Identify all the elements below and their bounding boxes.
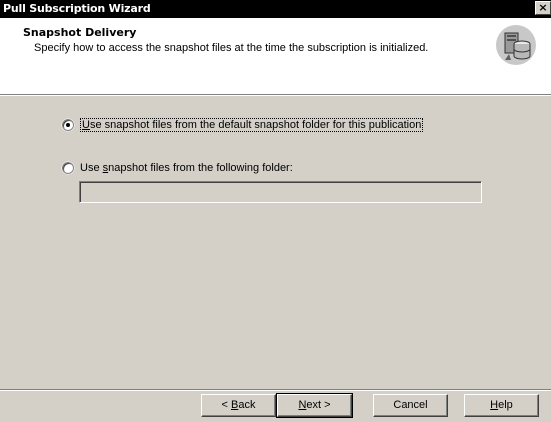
help-button[interactable]: Help — [464, 394, 539, 417]
header-divider — [0, 94, 551, 96]
wizard-header: Snapshot Delivery Specify how to access … — [0, 18, 551, 94]
option-custom-folder[interactable]: Use snapshot files from the following fo… — [62, 162, 293, 174]
page-title: Snapshot Delivery — [23, 26, 137, 39]
cancel-button[interactable]: Cancel — [373, 394, 448, 417]
page-subtitle: Specify how to access the snapshot files… — [34, 42, 429, 54]
database-server-icon — [496, 25, 536, 65]
back-button[interactable]: < Back — [201, 394, 276, 417]
wizard-window: Pull Subscription Wizard × Snapshot Deli… — [0, 0, 551, 422]
folder-path-input[interactable] — [79, 181, 482, 203]
radio-default-folder[interactable] — [62, 119, 74, 131]
close-button[interactable]: × — [535, 1, 551, 15]
option-default-folder-label[interactable]: Use snapshot files from the default snap… — [80, 118, 424, 132]
option-custom-folder-label[interactable]: Use snapshot files from the following fo… — [80, 162, 293, 174]
close-icon: × — [538, 1, 548, 14]
footer-divider — [0, 389, 551, 391]
title-bar[interactable]: Pull Subscription Wizard × — [0, 0, 551, 18]
window-title: Pull Subscription Wizard — [3, 2, 151, 15]
radio-custom-folder[interactable] — [62, 162, 74, 174]
next-button[interactable]: Next > — [276, 393, 353, 418]
option-default-folder[interactable]: Use snapshot files from the default snap… — [62, 118, 424, 132]
